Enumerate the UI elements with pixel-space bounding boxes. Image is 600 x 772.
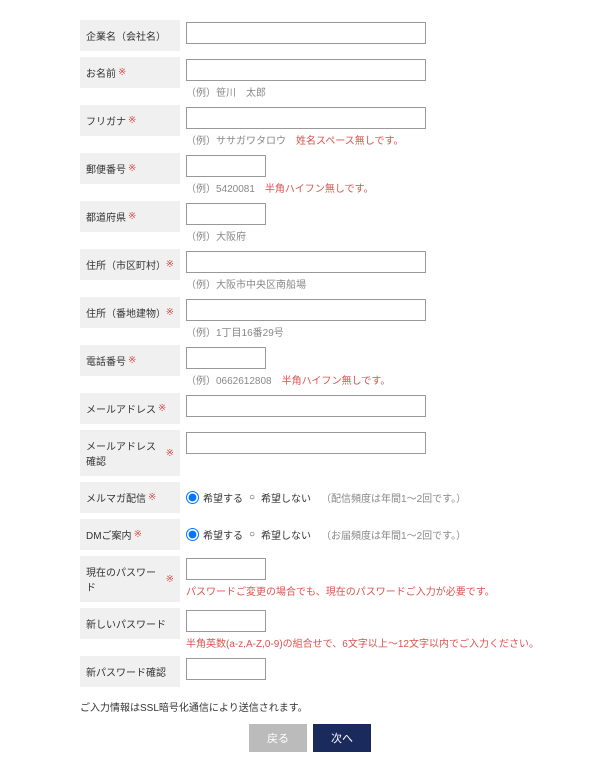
row-address1: 住所（市区町村）※ （例）大阪市中央区南船場 bbox=[80, 249, 540, 291]
company-input[interactable] bbox=[186, 22, 426, 44]
furigana-input[interactable] bbox=[186, 107, 426, 129]
label-email-confirm: メールアドレス確認※ bbox=[80, 430, 180, 476]
row-current-pw: 現在のパスワード※ パスワードご変更の場合でも、現在のパスワードご入力が必要です… bbox=[80, 556, 540, 602]
dm-note: （お届頻度は年間1～2回です。） bbox=[321, 527, 466, 542]
row-company: 企業名（会社名） bbox=[80, 20, 540, 51]
row-email: メールアドレス※ bbox=[80, 393, 540, 424]
name-input[interactable] bbox=[186, 59, 426, 81]
hint-name: （例）笹川 太郎 bbox=[186, 84, 540, 99]
hint-phone: （例）0662612808 半角ハイフン無しです。 bbox=[186, 372, 540, 387]
label-new-pw-confirm: 新パスワード確認 bbox=[80, 656, 180, 687]
email-confirm-input[interactable] bbox=[186, 432, 426, 454]
address2-input[interactable] bbox=[186, 299, 426, 321]
dm-yes-label: 希望する bbox=[203, 527, 243, 542]
prefecture-input[interactable] bbox=[186, 203, 266, 225]
next-button[interactable]: 次へ bbox=[313, 724, 371, 752]
mailmag-note: （配信頻度は年間1～2回です。） bbox=[321, 490, 466, 505]
row-new-pw: 新しいパスワード 半角英数(a-z,A-Z,0-9)の組合せで、6文字以上～12… bbox=[80, 608, 540, 650]
dm-no-label: 希望しない bbox=[261, 527, 311, 542]
mailmag-yes-radio[interactable] bbox=[186, 491, 199, 504]
row-new-pw-confirm: 新パスワード確認 bbox=[80, 656, 540, 687]
row-mailmag: メルマガ配信※ 希望する ○ 希望しない （配信頻度は年間1～2回です。） bbox=[80, 482, 540, 513]
label-dm: DMご案内※ bbox=[80, 519, 180, 550]
label-postal: 郵便番号※ bbox=[80, 153, 180, 184]
label-address2: 住所（番地建物）※ bbox=[80, 297, 180, 328]
label-company: 企業名（会社名） bbox=[80, 20, 180, 51]
label-name: お名前※ bbox=[80, 57, 180, 88]
new-pw-confirm-input[interactable] bbox=[186, 658, 266, 680]
hint-current-pw: パスワードご変更の場合でも、現在のパスワードご入力が必要です。 bbox=[186, 583, 540, 598]
new-pw-input[interactable] bbox=[186, 610, 266, 632]
hint-postal: （例）5420081 半角ハイフン無しです。 bbox=[186, 180, 540, 195]
row-prefecture: 都道府県※ （例）大阪府 bbox=[80, 201, 540, 243]
row-email-confirm: メールアドレス確認※ bbox=[80, 430, 540, 476]
phone-input[interactable] bbox=[186, 347, 266, 369]
row-postal: 郵便番号※ （例）5420081 半角ハイフン無しです。 bbox=[80, 153, 540, 195]
button-row: 戻る 次へ bbox=[80, 724, 540, 752]
email-input[interactable] bbox=[186, 395, 426, 417]
hint-new-pw: 半角英数(a-z,A-Z,0-9)の組合せで、6文字以上～12文字以内でご入力く… bbox=[186, 635, 540, 650]
label-new-pw: 新しいパスワード bbox=[80, 608, 180, 639]
mailmag-yes-label: 希望する bbox=[203, 490, 243, 505]
row-dm: DMご案内※ 希望する ○ 希望しない （お届頻度は年間1～2回です。） bbox=[80, 519, 540, 550]
hint-address2: （例）1丁目16番29号 bbox=[186, 324, 540, 339]
row-phone: 電話番号※ （例）0662612808 半角ハイフン無しです。 bbox=[80, 345, 540, 387]
row-name: お名前※ （例）笹川 太郎 bbox=[80, 57, 540, 99]
ssl-note: ご入力情報はSSL暗号化通信により送信されます。 bbox=[80, 699, 540, 714]
label-mailmag: メルマガ配信※ bbox=[80, 482, 180, 513]
label-phone: 電話番号※ bbox=[80, 345, 180, 376]
current-pw-input[interactable] bbox=[186, 558, 266, 580]
hint-address1: （例）大阪市中央区南船場 bbox=[186, 276, 540, 291]
address1-input[interactable] bbox=[186, 251, 426, 273]
row-address2: 住所（番地建物）※ （例）1丁目16番29号 bbox=[80, 297, 540, 339]
hint-prefecture: （例）大阪府 bbox=[186, 228, 540, 243]
label-current-pw: 現在のパスワード※ bbox=[80, 556, 180, 602]
dm-yes-radio[interactable] bbox=[186, 528, 199, 541]
row-furigana: フリガナ※ （例）ササガワタロウ 姓名スペース無しです。 bbox=[80, 105, 540, 147]
postal-input[interactable] bbox=[186, 155, 266, 177]
label-address1: 住所（市区町村）※ bbox=[80, 249, 180, 280]
mailmag-no-label: 希望しない bbox=[261, 490, 311, 505]
back-button[interactable]: 戻る bbox=[249, 724, 307, 752]
label-prefecture: 都道府県※ bbox=[80, 201, 180, 232]
form-container: 企業名（会社名） お名前※ （例）笹川 太郎 フリガナ※ （例）ササガワタロウ … bbox=[0, 0, 600, 772]
label-email: メールアドレス※ bbox=[80, 393, 180, 424]
label-furigana: フリガナ※ bbox=[80, 105, 180, 136]
hint-furigana: （例）ササガワタロウ 姓名スペース無しです。 bbox=[186, 132, 540, 147]
